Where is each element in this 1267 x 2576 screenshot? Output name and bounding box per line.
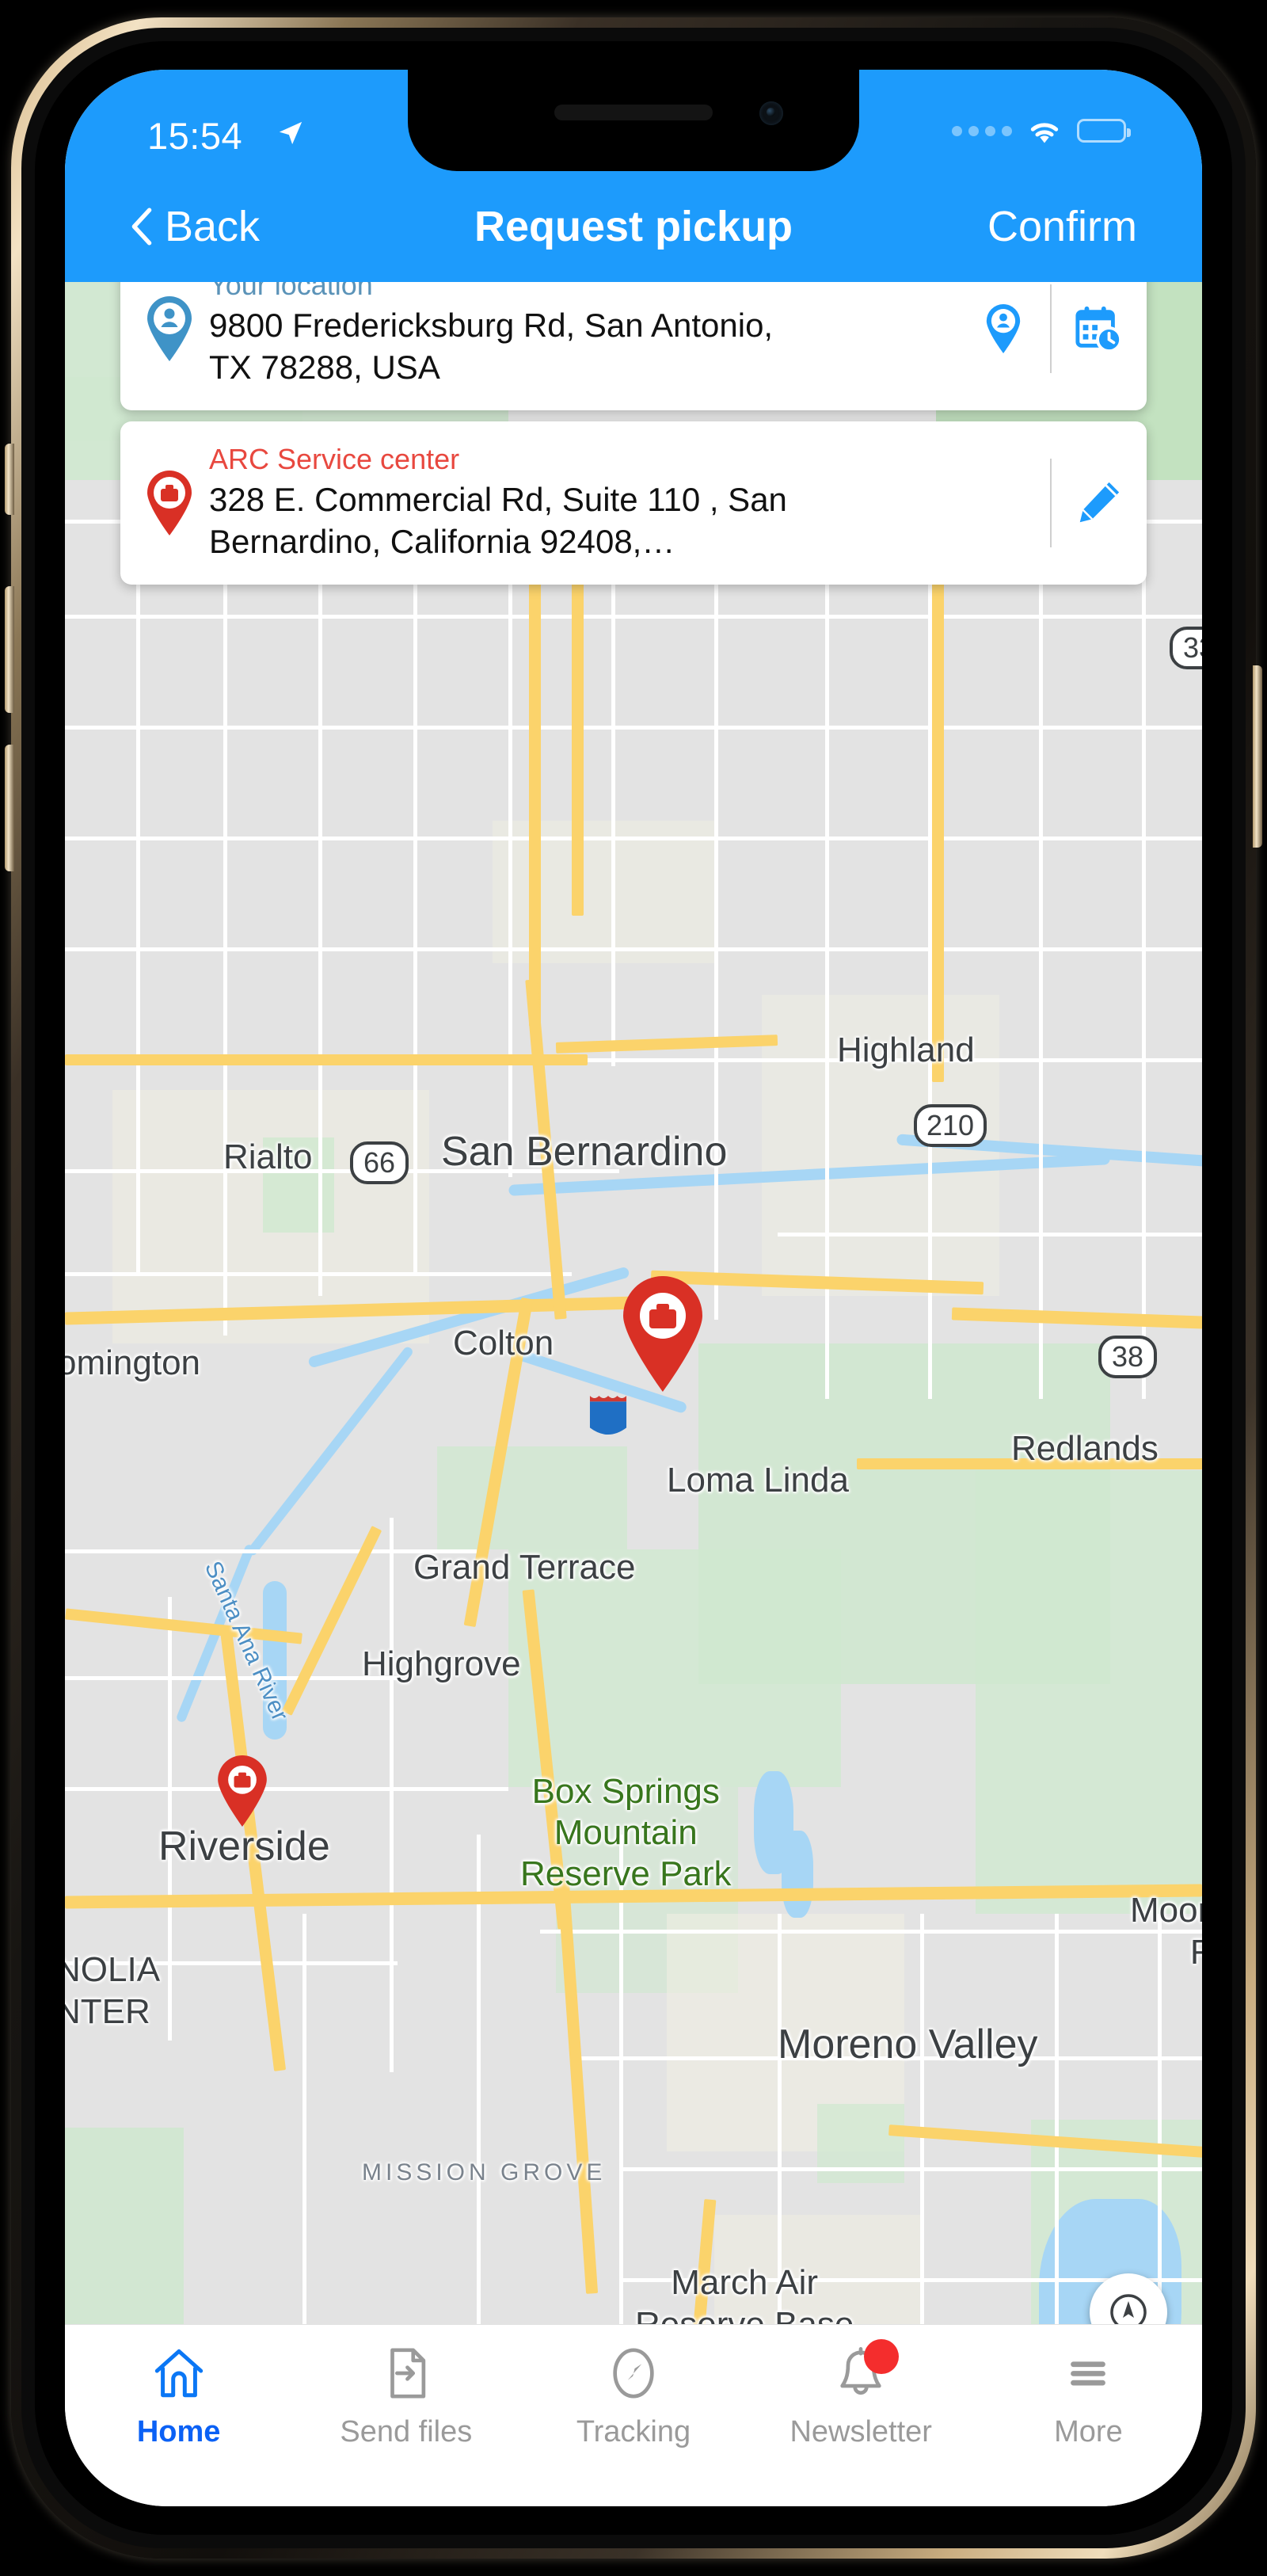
phone-screen: 33 210 66 38 215 215 <box>65 70 1202 2506</box>
phone-notch <box>408 70 859 171</box>
volume-down-button[interactable] <box>5 745 14 871</box>
status-indicators <box>952 114 1131 147</box>
menu-icon <box>1071 2361 1106 2386</box>
confirm-button[interactable]: Confirm <box>987 202 1137 251</box>
earpiece-speaker <box>554 105 713 120</box>
service-center-pin[interactable] <box>619 1275 706 1392</box>
map-canvas[interactable]: 33 210 66 38 215 215 <box>65 282 1202 2324</box>
front-camera <box>759 101 783 125</box>
your-location-pin-wrap <box>144 296 195 361</box>
service-center-pin-wrap <box>144 471 195 535</box>
page-title: Request pickup <box>474 203 793 250</box>
service-center-label: ARC Service center <box>209 443 460 476</box>
compass-locate-icon <box>1110 2294 1147 2324</box>
chevron-left-icon <box>131 208 152 246</box>
tab-send-files[interactable]: Send files <box>292 2325 519 2506</box>
tab-tracking[interactable]: Tracking <box>519 2325 747 2506</box>
back-button[interactable]: Back <box>130 202 260 251</box>
riverside-pin[interactable] <box>215 1755 269 1827</box>
tab-newsletter-label: Newsletter <box>789 2415 932 2448</box>
service-center-body: ARC Service center 328 E. Commercial Rd,… <box>195 443 1028 563</box>
newsletter-badge <box>864 2339 900 2374</box>
status-time: 15:54 <box>147 115 243 157</box>
signal-dots-icon <box>952 125 1012 136</box>
nav-bar: Back Request pickup Confirm <box>65 171 1202 282</box>
tab-more-label: More <box>1054 2415 1123 2448</box>
wifi-icon <box>1030 123 1059 143</box>
tab-bar: Home Send files Tracking Newsletter More <box>65 2324 1202 2506</box>
route-shield-38: 38 <box>1098 1336 1157 1378</box>
route-shield-210: 210 <box>914 1104 987 1147</box>
card-action-divider <box>1050 284 1052 373</box>
service-center-card[interactable]: ARC Service center 328 E. Commercial Rd,… <box>120 421 1147 585</box>
route-shield-33: 33 <box>1170 627 1202 669</box>
card-action-divider-2 <box>1050 459 1052 547</box>
power-button[interactable] <box>1253 665 1262 848</box>
location-arrow-icon <box>279 121 302 145</box>
navigation-icon <box>613 2348 654 2399</box>
person-pin-action-icon[interactable] <box>979 304 1028 353</box>
your-location-actions <box>979 284 1123 373</box>
person-pin-icon <box>147 296 192 361</box>
address-cards: Your location 9800 Fredericksburg Rd, Sa… <box>120 247 1147 585</box>
mute-switch[interactable] <box>5 444 14 515</box>
tab-home[interactable]: Home <box>65 2325 292 2506</box>
battery-icon <box>1077 119 1131 143</box>
file-send-icon <box>390 2348 426 2399</box>
tab-newsletter[interactable]: Newsletter <box>748 2325 975 2506</box>
volume-up-button[interactable] <box>5 586 14 713</box>
interstate-shield-10 <box>588 1393 629 1440</box>
back-label: Back <box>165 203 261 250</box>
phone-frame: 33 210 66 38 215 215 <box>0 0 1267 2576</box>
service-center-actions <box>1028 459 1123 547</box>
calendar-clock-icon[interactable] <box>1074 304 1123 353</box>
route-shield-66: 66 <box>350 1141 409 1184</box>
briefcase-pin-icon <box>147 471 192 535</box>
your-location-address: 9800 Fredericksburg Rd, San Antonio, TX … <box>209 307 774 386</box>
pencil-edit-icon[interactable] <box>1074 478 1123 528</box>
home-icon <box>154 2349 203 2398</box>
service-center-address: 328 E. Commercial Rd, Suite 110 , San Be… <box>209 481 787 560</box>
tab-more[interactable]: More <box>975 2325 1202 2506</box>
tab-send-files-label: Send files <box>340 2415 473 2448</box>
tab-tracking-label: Tracking <box>576 2415 691 2448</box>
map-area[interactable]: 33 210 66 38 215 215 <box>65 282 1202 2324</box>
tab-home-label: Home <box>136 2415 221 2448</box>
your-location-body: Your location 9800 Fredericksburg Rd, Sa… <box>195 269 979 389</box>
